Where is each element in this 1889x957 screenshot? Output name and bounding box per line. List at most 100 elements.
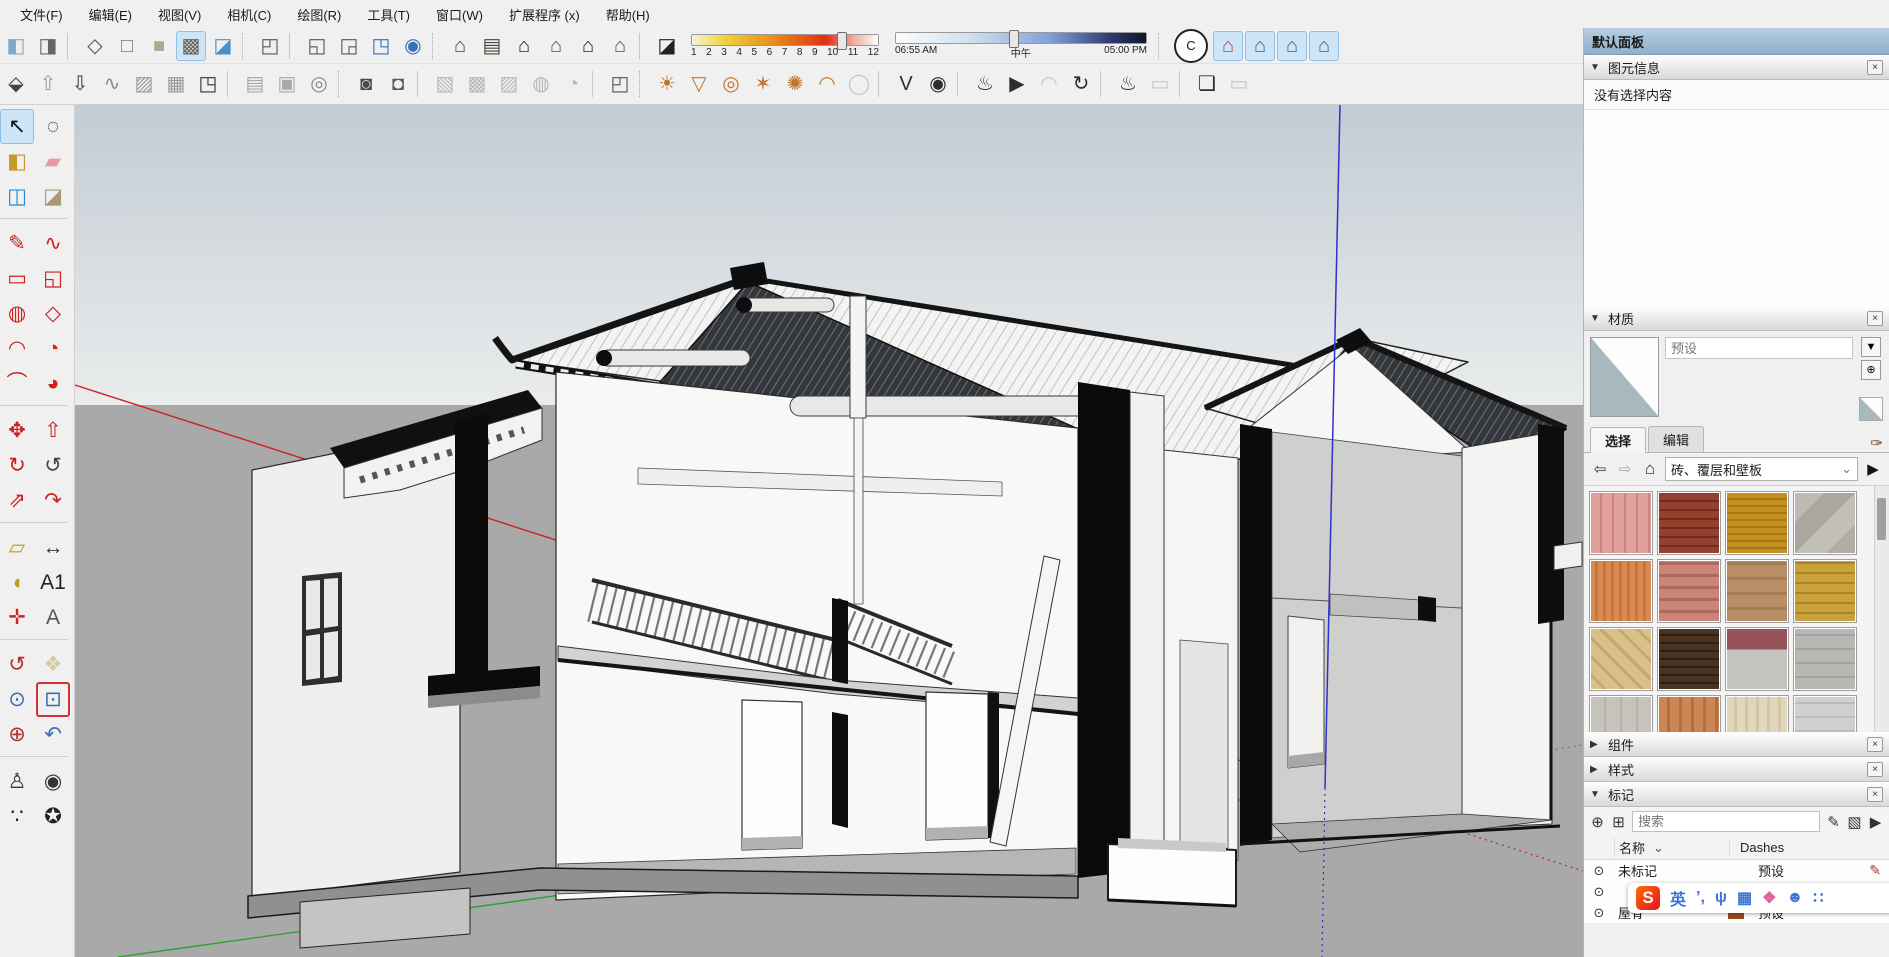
- separator[interactable]: [67, 33, 76, 59]
- material-pink-stacked-stone[interactable]: [1657, 559, 1721, 623]
- rotated-rectangle-tool[interactable]: ◱: [36, 261, 70, 296]
- styles-header[interactable]: ▶ 样式 ×: [1584, 757, 1889, 782]
- eyedropper-icon[interactable]: ✑: [1870, 434, 1883, 452]
- view-top-button[interactable]: ▤: [477, 31, 507, 61]
- lasso-select-tool[interactable]: ◌: [36, 109, 70, 144]
- style-monochrome-button[interactable]: ◪: [208, 31, 238, 61]
- ring-light-button[interactable]: ◎: [716, 69, 746, 99]
- eraser-tool[interactable]: ▰: [36, 144, 70, 179]
- material-tan-clapboard[interactable]: [1725, 559, 1789, 623]
- material-gray-siding[interactable]: [1793, 695, 1857, 732]
- move-tool[interactable]: ✥: [0, 413, 34, 448]
- separator[interactable]: [432, 33, 441, 59]
- material-category-dropdown[interactable]: 砖、覆层和壁板 ⌄: [1665, 457, 1858, 481]
- time-slider-thumb[interactable]: [1009, 30, 1019, 48]
- three-point-arc-tool[interactable]: ⌒: [0, 366, 34, 401]
- spot-light-button[interactable]: ▽: [684, 69, 714, 99]
- add-section-plane-button[interactable]: ⌂: [1309, 31, 1339, 61]
- separator[interactable]: [289, 33, 298, 59]
- material-cream-rough[interactable]: [1725, 695, 1789, 732]
- separator[interactable]: [1100, 71, 1109, 97]
- visibility-eye-icon[interactable]: ⊙: [1584, 863, 1614, 879]
- vray-dome-disabled-button[interactable]: ◠: [1034, 69, 1064, 99]
- circle-tool[interactable]: ◍: [0, 296, 34, 331]
- view-left-button[interactable]: ⌂: [605, 31, 635, 61]
- 编辑(E)[interactable]: 编辑(E): [77, 1, 144, 28]
- two-point-arc-tool[interactable]: ◔: [36, 331, 70, 366]
- vray-frame-buffer-disabled-button[interactable]: ▭: [1224, 69, 1254, 99]
- material-gray-paver[interactable]: [1589, 695, 1653, 732]
- separator[interactable]: [639, 71, 648, 97]
- display-section-cuts-button[interactable]: ⌂: [1245, 31, 1275, 61]
- orbit-tool[interactable]: ↺: [0, 647, 34, 682]
- style-xray-button[interactable]: ◧: [1, 31, 31, 61]
- component-grid-button[interactable]: ▤: [240, 69, 270, 99]
- separator[interactable]: [1179, 71, 1188, 97]
- rectangle-tool[interactable]: ▭: [0, 261, 34, 296]
- separator[interactable]: [0, 218, 68, 226]
- dimension-tool[interactable]: ↔: [36, 530, 70, 565]
- material-pink-basket-brick[interactable]: [1589, 491, 1653, 555]
- style-back-edges-button[interactable]: ◨: [33, 31, 63, 61]
- close-icon[interactable]: ×: [1867, 737, 1883, 752]
- view-front-button[interactable]: ⌂: [509, 31, 539, 61]
- tag-name[interactable]: 未标记: [1614, 861, 1728, 880]
- style-hidden-line-button[interactable]: □: [112, 31, 142, 61]
- uv-plane-mapping-button[interactable]: ▧: [430, 69, 460, 99]
- dome-light-button[interactable]: ◠: [812, 69, 842, 99]
- tag-color-swatch[interactable]: [1728, 864, 1744, 877]
- text-tool[interactable]: A1: [36, 565, 70, 600]
- collapse-arrow-icon[interactable]: ▶: [1590, 739, 1602, 750]
- view-iso-button[interactable]: ⌂: [445, 31, 475, 61]
- rotate-tool[interactable]: ↻: [0, 448, 34, 483]
- materials-scrollbar[interactable]: [1874, 486, 1889, 732]
- vray-asset-editor-button[interactable]: V: [891, 69, 921, 99]
- dashes-column-header[interactable]: Dashes: [1729, 840, 1889, 855]
- position-camera-tool[interactable]: ♙: [0, 764, 34, 799]
- zoom-window-tool[interactable]: ⊡: [36, 682, 70, 717]
- walk-tool[interactable]: ∵: [0, 799, 34, 834]
- fur-tool-button[interactable]: ∿: [97, 69, 127, 99]
- separator[interactable]: [639, 33, 648, 59]
- point-light-button[interactable]: ✶: [748, 69, 778, 99]
- material-dark-brick[interactable]: [1657, 627, 1721, 691]
- panel-title[interactable]: 默认面板: [1584, 28, 1889, 55]
- offset-tool[interactable]: ↷: [36, 483, 70, 518]
- separator[interactable]: [878, 71, 887, 97]
- vray-render-button[interactable]: ♨: [970, 69, 1000, 99]
- tag-tool[interactable]: ◪: [36, 179, 70, 214]
- sphere-light-disabled-button[interactable]: ◯: [844, 69, 874, 99]
- polygon-tool[interactable]: ◇: [36, 296, 70, 331]
- solid-intersect-button[interactable]: ◱: [302, 31, 332, 61]
- skin-icon[interactable]: ❖: [1762, 888, 1776, 908]
- close-icon[interactable]: ×: [1867, 60, 1883, 75]
- intersect-planes-button[interactable]: ▨: [129, 69, 159, 99]
- protractor-tool[interactable]: ◖: [0, 565, 34, 600]
- view-back-button[interactable]: ⌂: [573, 31, 603, 61]
- punctuation-toggle-button[interactable]: ’,: [1696, 889, 1705, 907]
- edit-tag-button[interactable]: ✎: [1826, 813, 1841, 831]
- uv-box-mapping-button[interactable]: ▩: [462, 69, 492, 99]
- pan-tool[interactable]: ❖: [36, 647, 70, 682]
- line-tool[interactable]: ✎: [0, 226, 34, 261]
- materials-header[interactable]: ▼ 材质 ×: [1584, 306, 1889, 331]
- material-brick-over-gravel[interactable]: [1725, 627, 1789, 691]
- edit-plane-button[interactable]: ◳: [193, 69, 223, 99]
- selection-trim-button[interactable]: ◘: [383, 69, 413, 99]
- pencil-icon[interactable]: ✎: [1869, 862, 1881, 879]
- look-around-tool[interactable]: ◉: [36, 764, 70, 799]
- material-gray-block[interactable]: [1793, 627, 1857, 691]
- materials-tab-edit[interactable]: 编辑: [1648, 426, 1704, 452]
- separator[interactable]: [0, 756, 68, 764]
- vray-frame-disabled-button[interactable]: ▭: [1145, 69, 1175, 99]
- push-pull-tool[interactable]: ⇧: [36, 413, 70, 448]
- solid-trim-button[interactable]: ◉: [398, 31, 428, 61]
- freehand-tool[interactable]: ∿: [36, 226, 70, 261]
- name-column-header[interactable]: 名称 ⌄: [1614, 838, 1729, 857]
- create-material-button[interactable]: ⊕: [1861, 360, 1881, 380]
- display-section-fill-button[interactable]: ⌂: [1277, 31, 1307, 61]
- hide-similar-components-button[interactable]: ⇩: [65, 69, 95, 99]
- visibility-eye-icon[interactable]: ⊙: [1584, 884, 1614, 900]
- chevron-down-icon[interactable]: ⌄: [1653, 840, 1664, 856]
- 视图(V)[interactable]: 视图(V): [146, 1, 213, 28]
